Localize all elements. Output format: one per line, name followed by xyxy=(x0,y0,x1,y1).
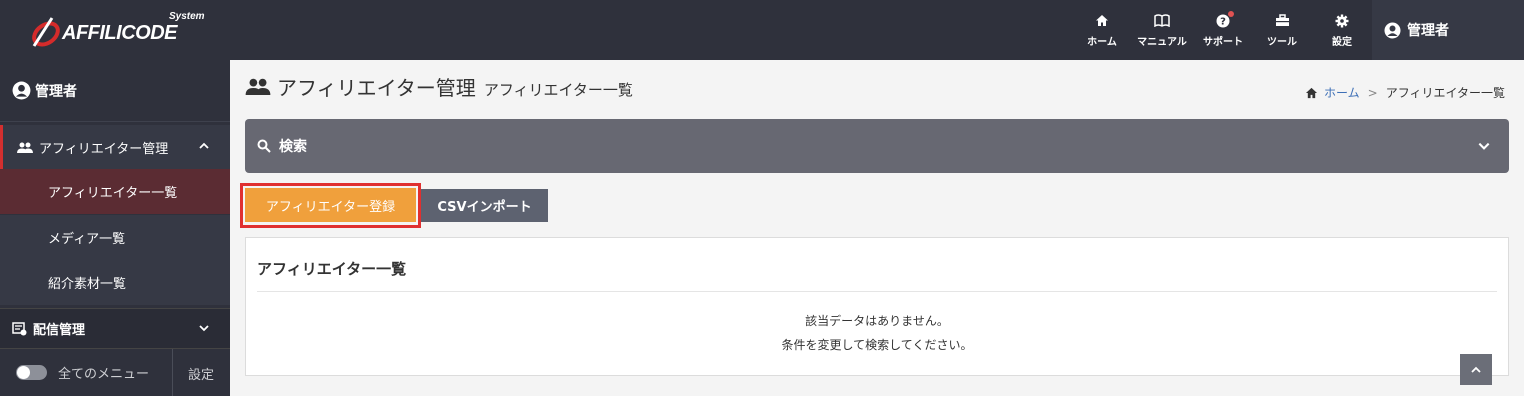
sidebar-user[interactable]: 管理者 xyxy=(0,60,230,122)
empty-hint: 条件を変更して検索してください。 xyxy=(781,338,973,352)
topnav-home[interactable]: ホーム xyxy=(1084,0,1120,60)
csv-import-label: CSVインポート xyxy=(437,200,532,215)
sidebar-footer: 全てのメニュー 設定 xyxy=(0,348,230,396)
sidebar-section-affiliate[interactable]: アフィリエイター管理 xyxy=(0,125,230,169)
chevron-down-icon xyxy=(1478,142,1490,150)
notification-dot xyxy=(1228,10,1234,17)
card-title: アフィリエイター一覧 xyxy=(257,260,407,278)
home-icon xyxy=(1305,87,1318,98)
brand-name: AFFILICODE xyxy=(62,22,178,44)
sidebar-user-name: 管理者 xyxy=(35,83,77,100)
sidebar-settings-button[interactable]: 設定 xyxy=(172,349,230,396)
logo[interactable]: AFFILICODE System xyxy=(24,10,214,52)
register-affiliate-button[interactable]: アフィリエイター登録 xyxy=(245,188,416,222)
topnav-tools[interactable]: ツール xyxy=(1262,0,1302,60)
breadcrumb-separator: > xyxy=(1367,85,1378,100)
book-icon xyxy=(1154,13,1170,29)
chevron-up-icon xyxy=(1471,366,1481,373)
all-menu-label: 全てのメニュー xyxy=(58,367,150,382)
all-menu-toggle[interactable] xyxy=(16,365,47,380)
affiliate-list-card: アフィリエイター一覧 該当データはありません。 条件を変更して検索してください。 xyxy=(245,237,1509,376)
sidebar-item-label: 紹介素材一覧 xyxy=(48,277,127,292)
search-panel-toggle[interactable]: 検索 xyxy=(245,119,1509,173)
search-label: 検索 xyxy=(279,139,307,155)
topnav-home-label: ホーム xyxy=(1087,36,1117,48)
sidebar-section-delivery[interactable]: 配信管理 xyxy=(0,308,230,348)
search-icon xyxy=(257,139,271,153)
user-menu[interactable]: 管理者 xyxy=(1372,0,1524,60)
page-subtitle: アフィリエイター一覧 xyxy=(483,81,633,99)
sidebar-section-label: アフィリエイター管理 xyxy=(39,141,169,157)
divider xyxy=(257,291,1497,292)
svg-text:?: ? xyxy=(1220,16,1226,27)
sidebar-item-media-list[interactable]: メディア一覧 xyxy=(0,215,230,260)
brand-sub: System xyxy=(169,11,205,22)
breadcrumb-home[interactable]: ホーム xyxy=(1305,84,1360,101)
scroll-to-top-button[interactable] xyxy=(1460,354,1492,385)
topnav-support[interactable]: ? サポート xyxy=(1200,0,1246,60)
gear-icon xyxy=(1334,13,1350,29)
page-header: アフィリエイター管理 アフィリエイター一覧 xyxy=(245,72,633,101)
topnav-support-label: サポート xyxy=(1203,36,1243,48)
delivery-icon xyxy=(12,321,27,335)
topnav-manual[interactable]: マニュアル xyxy=(1134,0,1190,60)
people-icon xyxy=(17,142,33,153)
user-circle-icon xyxy=(1384,22,1401,38)
help-icon: ? xyxy=(1215,10,1234,29)
sidebar: 管理者 アフィリエイター管理 アフィリエイター一覧 メディア一覧 紹介素材一覧 … xyxy=(0,60,230,396)
sidebar-section-label: 配信管理 xyxy=(33,323,86,338)
sidebar-item-label: アフィリエイター一覧 xyxy=(48,186,178,201)
csv-import-button[interactable]: CSVインポート xyxy=(421,189,548,222)
sidebar-item-label: メディア一覧 xyxy=(48,232,126,247)
breadcrumb: ホーム > アフィリエイター一覧 xyxy=(1305,84,1505,101)
page-title: アフィリエイター管理 xyxy=(277,76,476,100)
topnav-tools-label: ツール xyxy=(1267,36,1297,48)
breadcrumb-current: アフィリエイター一覧 xyxy=(1385,86,1505,100)
sidebar-item-affiliate-list[interactable]: アフィリエイター一覧 xyxy=(0,169,230,214)
sidebar-settings-label: 設定 xyxy=(187,367,214,383)
topnav-settings-label: 設定 xyxy=(1332,36,1352,48)
top-bar: AFFILICODE System ホーム マニュアル ? サポート ツール 設… xyxy=(0,0,1524,60)
toolbox-icon xyxy=(1274,13,1290,29)
breadcrumb-home-label: ホーム xyxy=(1324,86,1360,100)
sidebar-item-material-list[interactable]: 紹介素材一覧 xyxy=(0,260,230,305)
topnav-manual-label: マニュアル xyxy=(1137,36,1187,48)
chevron-down-icon xyxy=(199,325,209,332)
people-icon xyxy=(245,78,271,95)
chevron-up-icon xyxy=(199,142,209,149)
topnav-settings[interactable]: 設定 xyxy=(1326,0,1358,60)
user-circle-icon xyxy=(12,81,31,100)
empty-message: 該当データはありません。 xyxy=(805,314,949,328)
user-name: 管理者 xyxy=(1407,23,1449,39)
home-icon xyxy=(1094,13,1110,29)
register-affiliate-label: アフィリエイター登録 xyxy=(265,199,396,215)
